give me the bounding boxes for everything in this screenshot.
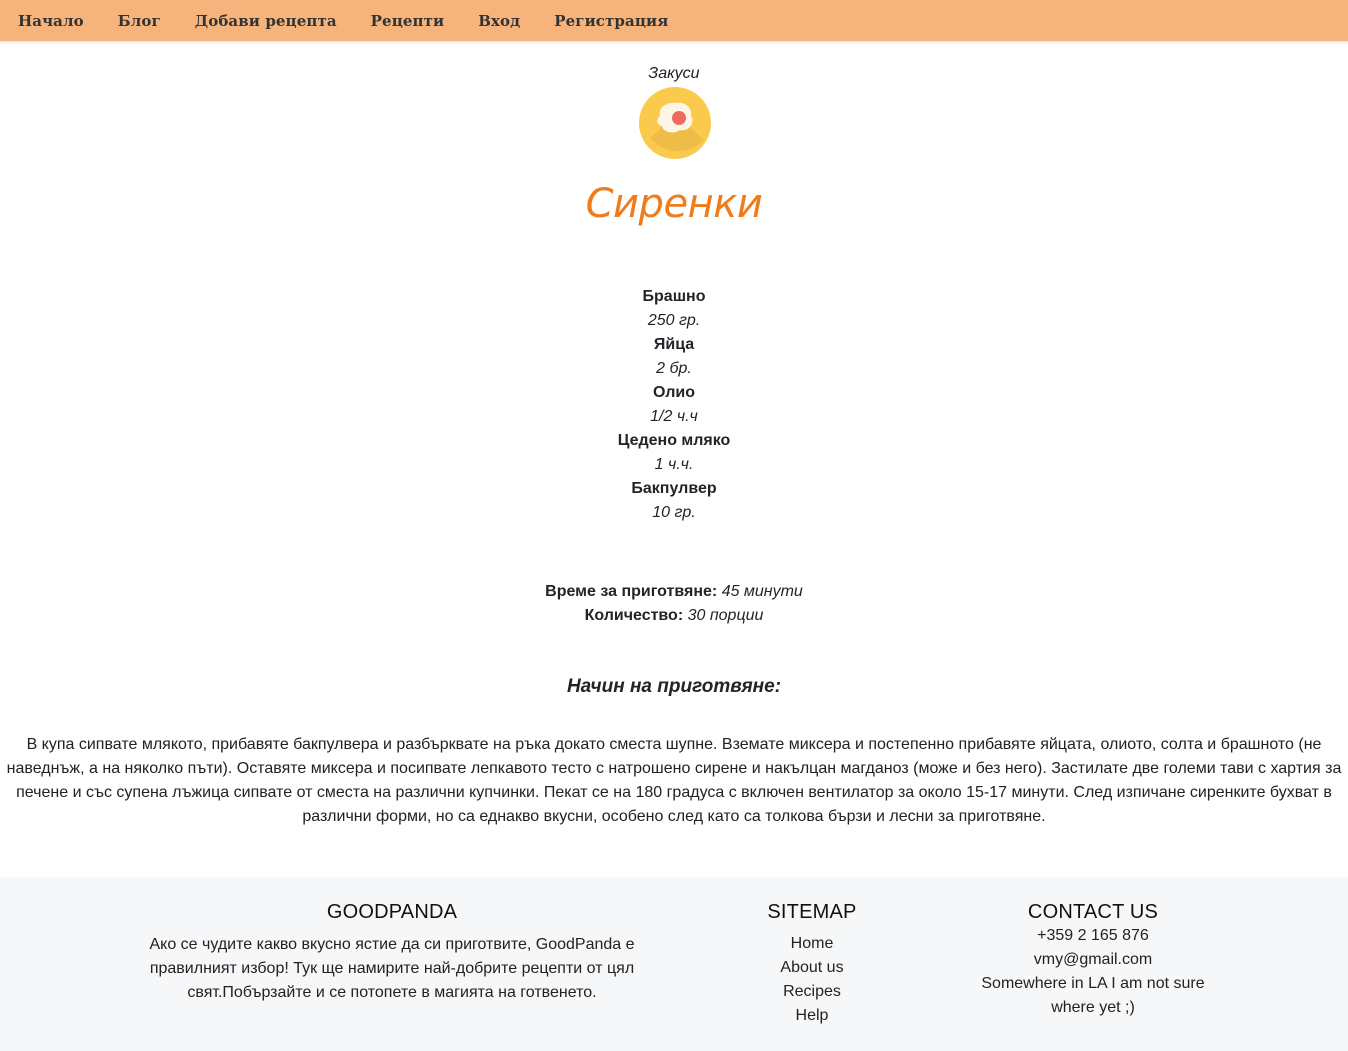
ingredient-quantity: 1 ч.ч. (654, 456, 694, 473)
nav-link-register[interactable]: Регистрация (554, 12, 668, 30)
prep-time-value: 45 минути (721, 583, 803, 600)
footer-sitemap-heading: SITEMAP (767, 901, 857, 923)
nav-link-blog[interactable]: Блог (118, 12, 161, 30)
footer-link-help[interactable]: Help (796, 1007, 829, 1024)
recipe-title: Сиренки (585, 181, 763, 227)
recipe-meta: Време за приготвяне: 45 минути Количеств… (0, 580, 1348, 628)
prep-time-label: Време за приготвяне: (545, 583, 718, 600)
fried-egg-icon (639, 87, 711, 159)
footer-sitemap-links: Home About us Recipes Help (712, 932, 912, 1028)
footer-link-home[interactable]: Home (791, 935, 834, 952)
recipe-category: Закуси (648, 65, 700, 82)
servings-label: Количество: (584, 607, 684, 624)
ingredient-quantity: 250 гр. (647, 312, 701, 329)
ingredient-quantity: 1/2 ч.ч (650, 408, 698, 425)
ingredient-item: Брашно 250 гр. (0, 285, 1348, 333)
footer-contact-details: +359 2 165 876 vmy@gmail.com Somewhere i… (968, 924, 1218, 1020)
footer-about-text: Ако се чудите какво вкусно ястие да си п… (149, 936, 635, 1001)
footer-about-heading: GOODPANDA (326, 901, 458, 923)
ingredient-quantity: 10 гр. (652, 504, 696, 521)
ingredient-item: Олио 1/2 ч.ч (0, 381, 1348, 429)
nav-link-recipes[interactable]: Рецепти (371, 12, 445, 30)
ingredient-name: Бакпулвер (631, 480, 717, 497)
footer-link-about-us[interactable]: About us (780, 959, 843, 976)
footer-contact-heading: CONTACT US (1027, 901, 1159, 923)
ingredient-quantity: 2 бр. (656, 360, 692, 377)
method-text: В купа сипвате млякото, прибавяте бакпул… (6, 736, 1342, 825)
method-heading: Начин на приготвяне: (566, 676, 782, 697)
nav-link-login[interactable]: Вход (478, 12, 520, 30)
nav-link-home[interactable]: Начало (18, 12, 84, 30)
servings-value: 30 порции (687, 607, 764, 624)
ingredient-name: Цедено мляко (617, 432, 731, 449)
footer-link-recipes[interactable]: Recipes (783, 983, 841, 1000)
servings: Количество: 30 порции (0, 604, 1348, 628)
ingredients-list: Брашно 250 гр. Яйца 2 бр. Олио 1/2 ч.ч Ц… (0, 285, 1348, 525)
nav-link-add-recipe[interactable]: Добави рецепта (195, 12, 337, 30)
ingredient-item: Яйца 2 бр. (0, 333, 1348, 381)
ingredient-name: Брашно (642, 288, 706, 305)
ingredient-name: Олио (652, 384, 695, 401)
ingredient-item: Бакпулвер 10 гр. (0, 477, 1348, 525)
contact-phone: +359 2 165 876 (1037, 927, 1149, 944)
ingredient-name: Яйца (653, 336, 695, 353)
top-navbar: Начало Блог Добави рецепта Рецепти Вход … (0, 0, 1348, 41)
nav-list: Начало Блог Добави рецепта Рецепти Вход … (0, 0, 1348, 41)
contact-email: vmy@gmail.com (1033, 951, 1153, 968)
prep-time: Време за приготвяне: 45 минути (0, 580, 1348, 604)
ingredient-item: Цедено мляко 1 ч.ч. (0, 429, 1348, 477)
contact-address: Somewhere in LA I am not sure where yet … (981, 975, 1205, 1016)
site-footer: GOODPANDA Ако се чудите какво вкусно яст… (0, 877, 1348, 1051)
